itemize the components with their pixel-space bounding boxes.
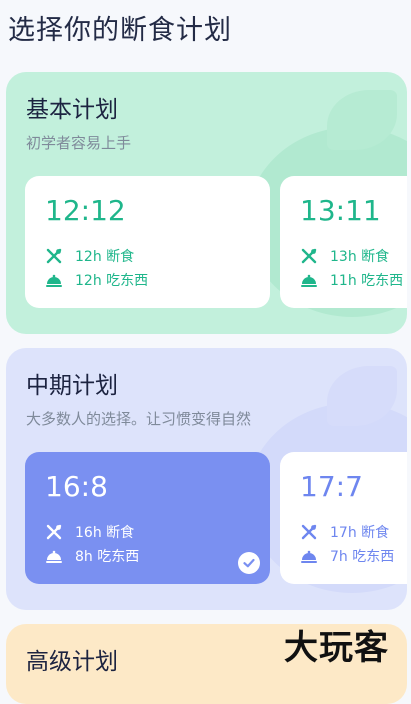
watermark-text: 大玩客 (284, 628, 389, 668)
eat-hours: 7h 吃东西 (330, 549, 395, 565)
eat-hours: 11h 吃东西 (330, 273, 404, 289)
fork-knife-crossed-icon (300, 247, 318, 265)
section-title: 中期计划 (26, 373, 118, 399)
section-subtitle: 大多数人的选择。让习惯变得自然 (26, 410, 252, 428)
eat-hours: 12h 吃东西 (75, 273, 149, 289)
fork-knife-crossed-icon (300, 523, 318, 541)
fast-row: 17h 断食 (300, 522, 389, 542)
fork-knife-crossed-icon (45, 523, 63, 541)
food-cloche-icon (300, 271, 318, 289)
page-title: 选择你的断食计划 (8, 15, 232, 46)
section-basic-plan: 基本计划 初学者容易上手 12:12 12h 断食 12h 吃东西 13:11 … (6, 72, 407, 334)
check-circle-icon (238, 552, 260, 574)
plan-card-13-11[interactable]: 13:11 13h 断食 11h 吃东西 (280, 176, 407, 308)
section-mid-plan: 中期计划 大多数人的选择。让习惯变得自然 16:8 16h 断食 8h 吃东西 … (6, 348, 407, 610)
food-cloche-icon (45, 547, 63, 565)
plan-time: 16:8 (45, 470, 108, 503)
eat-row: 12h 吃东西 (45, 270, 148, 290)
fast-hours: 17h 断食 (330, 525, 390, 541)
plan-card-12-12[interactable]: 12:12 12h 断食 12h 吃东西 (25, 176, 270, 308)
food-cloche-icon (45, 271, 63, 289)
section-subtitle: 初学者容易上手 (26, 134, 132, 152)
section-title: 基本计划 (26, 97, 118, 123)
fast-hours: 12h 断食 (75, 249, 135, 265)
plan-time: 12:12 (45, 194, 126, 227)
eat-row: 8h 吃东西 (45, 546, 139, 566)
fast-row: 12h 断食 (45, 246, 134, 266)
eat-hours: 8h 吃东西 (75, 549, 140, 565)
fast-hours: 13h 断食 (330, 249, 390, 265)
plan-time: 17:7 (300, 470, 363, 503)
fast-row: 13h 断食 (300, 246, 389, 266)
eat-row: 7h 吃东西 (300, 546, 394, 566)
fork-knife-crossed-icon (45, 247, 63, 265)
section-title: 高级计划 (26, 649, 118, 675)
eat-row: 11h 吃东西 (300, 270, 403, 290)
plan-time: 13:11 (300, 194, 381, 227)
food-cloche-icon (300, 547, 318, 565)
fast-hours: 16h 断食 (75, 525, 135, 541)
fast-row: 16h 断食 (45, 522, 134, 542)
plan-card-17-7[interactable]: 17:7 17h 断食 7h 吃东西 (280, 452, 407, 584)
plan-card-16-8[interactable]: 16:8 16h 断食 8h 吃东西 (25, 452, 270, 584)
